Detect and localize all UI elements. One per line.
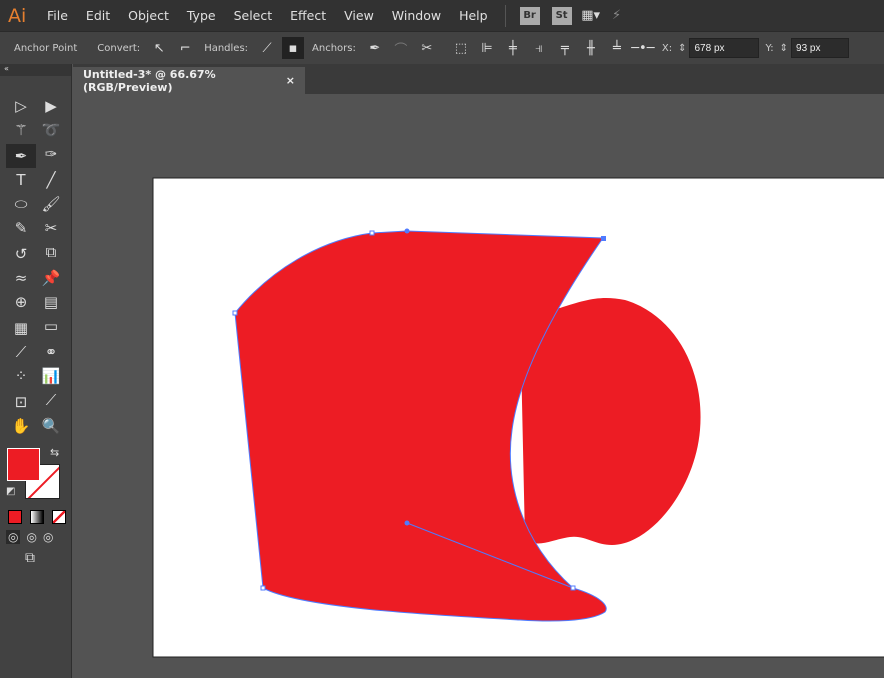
rotate-tool-icon[interactable]: ↺ [6, 242, 36, 266]
shape-builder-tool-icon[interactable]: ⊕ [6, 290, 36, 314]
slice-tool-icon[interactable]: ⟋ [36, 388, 66, 412]
draw-behind-icon[interactable]: ◎ [26, 530, 36, 544]
pen-tool-icon[interactable]: ✒ [6, 144, 36, 168]
handle-point[interactable] [404, 520, 410, 526]
direct-selection-tool-icon[interactable]: ▶ [36, 94, 66, 118]
menu-bar: Ai File Edit Object Type Select Effect V… [0, 0, 884, 31]
x-input[interactable] [689, 38, 760, 58]
default-colors-icon[interactable]: ◩ [6, 486, 15, 497]
menu-select[interactable]: Select [225, 8, 282, 23]
line-tool-icon[interactable]: ╱ [36, 168, 66, 192]
x-stepper-icon[interactable]: ⇕ [678, 43, 686, 54]
artboard-tool-icon[interactable]: ⊡ [6, 390, 36, 414]
close-tab-icon[interactable]: × [286, 74, 295, 87]
magic-wand-tool-icon[interactable]: ⚚ [6, 118, 36, 142]
warp-tool-icon[interactable]: ≈ [6, 266, 36, 290]
align-vcenter-icon[interactable]: ╫ [580, 37, 602, 59]
y-input[interactable] [791, 38, 850, 58]
workspace-switcher-icon[interactable]: ▦▾ [580, 5, 602, 27]
menu-help[interactable]: Help [450, 8, 497, 23]
screen-mode-icon[interactable]: ⧉ [0, 550, 71, 566]
gradient-tool-icon[interactable]: ▭ [36, 314, 66, 338]
anchors-label: Anchors: [312, 42, 356, 54]
hand-tool-icon[interactable]: ✋ [6, 414, 36, 438]
y-label: Y: [765, 42, 774, 54]
reference-point-icon[interactable]: ─•─ [631, 37, 654, 59]
document-tab[interactable]: Untitled-3* @ 66.67% (RGB/Preview) × [73, 67, 305, 94]
draw-inside-icon[interactable]: ◎ [43, 530, 53, 544]
menu-file[interactable]: File [38, 8, 77, 23]
handles-label: Handles: [204, 42, 249, 54]
menu-type[interactable]: Type [178, 8, 225, 23]
y-stepper-icon[interactable]: ⇕ [780, 43, 788, 54]
menu-view[interactable]: View [335, 8, 383, 23]
scissors-tool-icon[interactable]: ✂ [36, 216, 66, 240]
lasso-tool-icon[interactable]: ➰ [36, 118, 66, 142]
paintbrush-tool-icon[interactable]: 🖌 [36, 192, 66, 216]
blend-tool-icon[interactable]: ⚭ [36, 340, 66, 364]
divider [504, 4, 506, 27]
type-tool-icon[interactable]: T [6, 168, 36, 192]
menu-object[interactable]: Object [119, 8, 178, 23]
connect-anchor-icon[interactable]: ⌒ [390, 37, 412, 59]
gradient-mode-icon[interactable] [30, 510, 44, 524]
none-mode-icon[interactable] [52, 510, 66, 524]
tools-panel: « ▷ ▶ ⚚ ➰ ✒ ✑ T ╱ ⬭ 🖌 ✎ ✂ ↺ ⧉ ≈ 📌 ⊕ ▤ ▦ ▭ ⟋ ⚭ ⁘ 📊 ⊡ ⟋ ✋ 🔍 ⇆ ◩ ◎ ◎ ◎… [0, 64, 72, 678]
menu-edit[interactable]: Edit [77, 8, 119, 23]
curvature-tool-icon[interactable]: ✑ [36, 142, 66, 166]
document-title: Untitled-3* @ 66.67% (RGB/Preview) [83, 67, 216, 94]
column-graph-tool-icon[interactable]: 📊 [36, 364, 66, 388]
control-bar: Anchor Point Convert: ↖ ⌐ Handles: ⟋ ▪ A… [0, 31, 884, 64]
selected-anchor-point[interactable] [601, 236, 606, 241]
fill-swatch[interactable] [7, 448, 40, 481]
zoom-tool-icon[interactable]: 🔍 [36, 414, 66, 438]
align-top-icon[interactable]: ╤ [554, 37, 576, 59]
stock-button[interactable]: St [551, 6, 572, 25]
align-hcenter-icon[interactable]: ╪ [502, 37, 524, 59]
color-mode-icon[interactable] [8, 510, 22, 524]
canvas[interactable] [73, 94, 884, 678]
handle-point[interactable] [404, 228, 410, 234]
perspective-grid-tool-icon[interactable]: ▤ [36, 290, 66, 314]
shaper-tool-icon[interactable]: ✎ [6, 216, 36, 240]
convert-label: Convert: [97, 42, 141, 54]
eyedropper-tool-icon[interactable]: ⟋ [6, 340, 36, 364]
x-label: X: [661, 42, 673, 54]
scale-tool-icon[interactable]: ⧉ [36, 240, 66, 264]
document-tab-bar: Untitled-3* @ 66.67% (RGB/Preview) × [73, 64, 884, 94]
remove-anchor-icon[interactable]: ✒ [364, 37, 386, 59]
convert-smooth-icon[interactable]: ⌐ [174, 37, 196, 59]
app-logo: Ai [8, 4, 27, 27]
symbol-sprayer-tool-icon[interactable]: ⁘ [6, 364, 36, 388]
transform-icon[interactable]: ⬚ [450, 37, 472, 59]
align-bottom-icon[interactable]: ╧ [606, 37, 628, 59]
draw-normal-icon[interactable]: ◎ [6, 530, 21, 544]
mesh-tool-icon[interactable]: ▦ [6, 316, 36, 340]
artwork[interactable] [73, 94, 884, 678]
show-handles-icon[interactable]: ⟋ [256, 37, 278, 59]
bridge-button[interactable]: Br [519, 6, 540, 25]
ellipse-tool-icon[interactable]: ⬭ [6, 192, 36, 216]
align-right-icon[interactable]: ⫣ [528, 37, 550, 59]
collapse-icon[interactable]: « [0, 64, 71, 76]
hide-handles-icon[interactable]: ▪ [282, 37, 305, 59]
align-left-icon[interactable]: ⊫ [476, 37, 498, 59]
menu-window[interactable]: Window [383, 8, 450, 23]
gpu-performance-icon[interactable]: ⚡ [606, 5, 628, 27]
selection-tool-icon[interactable]: ▷ [6, 94, 36, 118]
menu-effect[interactable]: Effect [281, 8, 335, 23]
puppet-warp-tool-icon[interactable]: 📌 [36, 266, 66, 290]
convert-corner-icon[interactable]: ↖ [148, 37, 170, 59]
cut-path-icon[interactable]: ✂ [416, 37, 438, 59]
swap-colors-icon[interactable]: ⇆ [50, 446, 59, 459]
mode-label: Anchor Point [14, 42, 78, 54]
